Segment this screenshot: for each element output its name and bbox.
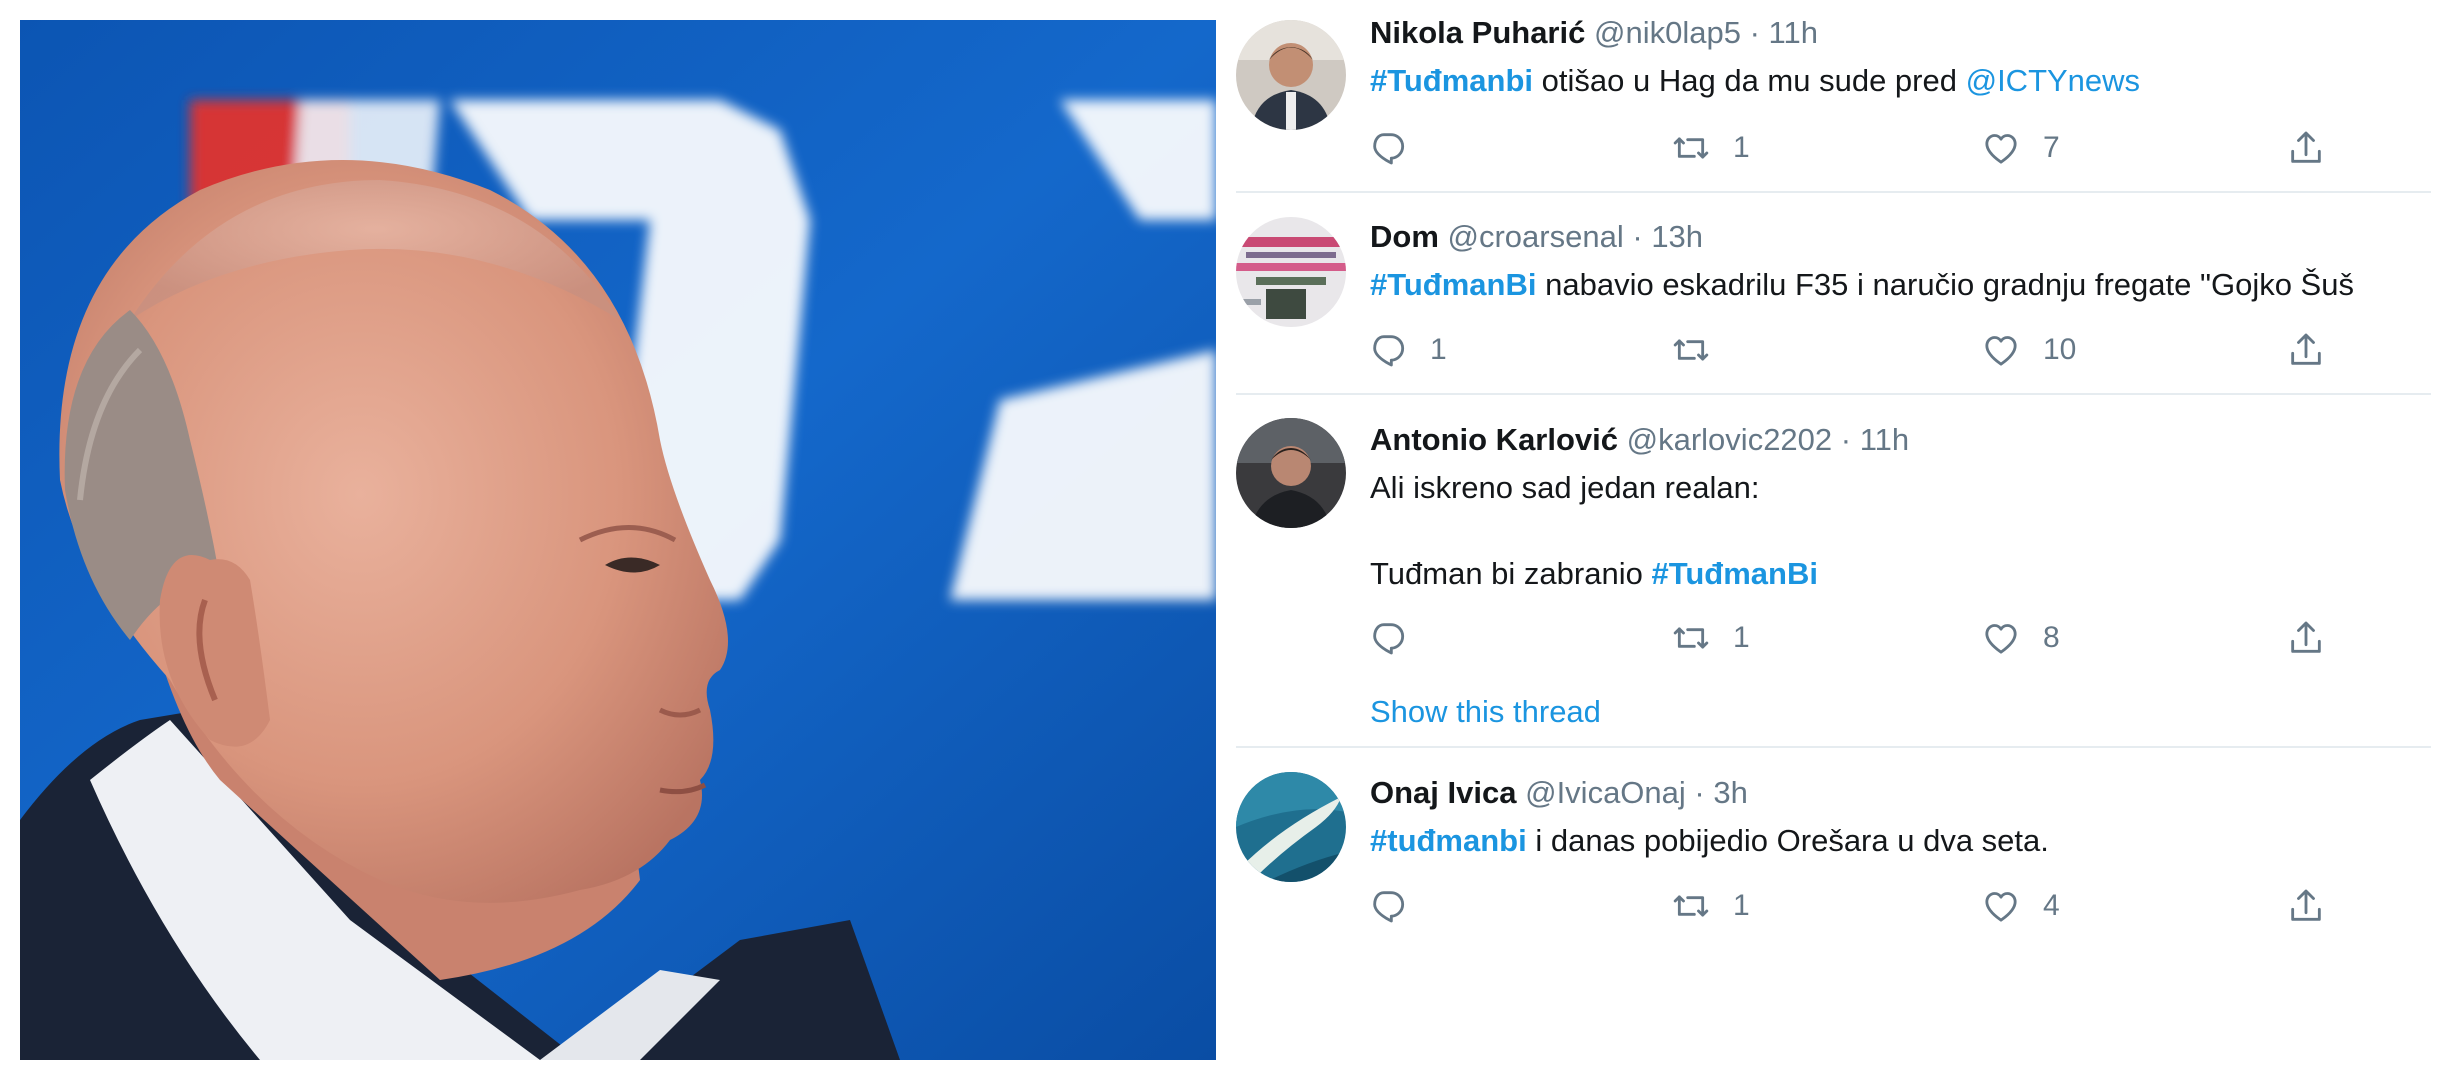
hashtag-link[interactable]: #TuđmanBi [1651,556,1818,591]
share-icon [2291,131,2321,163]
display-name[interactable]: Dom [1370,219,1439,254]
avatar[interactable] [1236,20,1346,130]
retweet-button[interactable]: 1 [1671,126,1750,170]
avatar[interactable] [1236,217,1346,327]
share-button[interactable] [2286,126,2326,170]
retweet-icon [1673,627,1709,649]
display-name[interactable]: Onaj Ivica [1370,775,1516,810]
user-handle[interactable]: @croarsenal [1448,219,1624,254]
reply-icon [1373,335,1405,367]
avatar[interactable] [1236,772,1346,882]
tweet-time[interactable]: 3h [1713,775,1747,810]
retweet-count: 1 [1733,131,1750,164]
retweet-icon [1673,339,1709,361]
share-button[interactable] [2286,328,2326,372]
like-button[interactable]: 7 [1981,126,2060,170]
user-handle[interactable]: @nik0lap5 [1594,15,1741,50]
separator-dot: · [1632,219,1643,254]
tweet-text: #Tuđmanbi otišao u Hag da mu sude pred @… [1370,61,2140,101]
user-handle[interactable]: @IvicaOnaj [1525,775,1686,810]
like-count: 4 [2043,889,2060,922]
heart-icon [1985,336,2017,366]
display-name[interactable]: Antonio Karlović [1370,422,1618,457]
like-count: 10 [2043,333,2077,366]
retweet-icon [1673,895,1709,917]
tweet-text: #tuđmanbi i danas pobijedio Orešara u dv… [1370,821,2049,861]
retweet-icon [1673,137,1709,159]
display-name[interactable]: Nikola Puharić [1370,15,1585,50]
share-button[interactable] [2286,884,2326,928]
reply-count: 1 [1430,333,1447,366]
news-photo [20,20,1216,1060]
tweet-text-segment: i danas pobijedio Orešara u dva seta. [1526,823,2049,858]
tweet-text: Tuđman bi zabranio #TuđmanBi [1370,554,1818,594]
separator-dot: · [1694,775,1705,810]
share-icon [2291,333,2321,365]
divider [1236,191,2431,193]
reply-icon [1373,133,1405,165]
retweet-count: 1 [1733,889,1750,922]
hashtag-link[interactable]: #tuđmanbi [1370,823,1527,858]
user-handle[interactable]: @karlovic2202 [1627,422,1833,457]
separator-dot: · [1840,422,1852,457]
tweet-text: #TuđmanBi nabavio eskadrilu F35 i naruči… [1370,265,2354,305]
heart-icon [1985,624,2017,654]
reply-icon [1373,623,1405,655]
like-button[interactable]: 8 [1981,616,2060,660]
tweet-time[interactable]: 11h [1769,15,1818,50]
hashtag-link[interactable]: #Tuđmanbi [1370,63,1533,98]
avatar[interactable] [1236,418,1346,528]
retweet-button[interactable] [1671,328,1733,372]
tweet-time[interactable]: 11h [1860,422,1909,457]
share-icon [2291,621,2321,653]
like-count: 7 [2043,131,2060,164]
retweet-button[interactable]: 1 [1671,616,1750,660]
separator-dot: · [1749,15,1760,50]
heart-icon [1985,134,2017,164]
reply-button[interactable] [1368,884,1430,928]
share-icon [2291,889,2321,921]
tweet-text: Ali iskreno sad jedan realan: [1370,468,1759,508]
tweet-text-segment: Tuđman bi zabranio [1370,556,1652,591]
tweet-text-segment: Ali iskreno sad jedan realan: [1370,470,1760,505]
retweet-button[interactable]: 1 [1671,884,1750,928]
divider [1236,393,2431,395]
hashtag-link[interactable]: #TuđmanBi [1370,267,1537,302]
like-button[interactable]: 10 [1981,328,2076,372]
show-thread-link[interactable]: Show this thread [1370,694,1601,730]
reply-button[interactable]: 1 [1368,328,1447,372]
tweet-time[interactable]: 13h [1651,219,1703,254]
divider [1236,746,2431,748]
like-button[interactable]: 4 [1981,884,2060,928]
like-count: 8 [2043,621,2060,654]
reply-icon [1373,891,1405,923]
photo-illustration [20,20,1216,1060]
share-button[interactable] [2286,616,2326,660]
mention-link[interactable]: @ICTYnews [1966,63,2140,98]
reply-button[interactable] [1368,616,1430,660]
tweet-text-segment: otišao u Hag da mu sude pred [1533,63,1966,98]
heart-icon [1985,892,2017,922]
tweet-text-segment: nabavio eskadrilu F35 i naručio gradnju … [1536,267,2354,302]
reply-button[interactable] [1368,126,1430,170]
retweet-count: 1 [1733,621,1750,654]
tweet-feed: Nikola Puharić @nik0lap5 · 11h #Tuđmanbi… [1236,0,2431,1080]
